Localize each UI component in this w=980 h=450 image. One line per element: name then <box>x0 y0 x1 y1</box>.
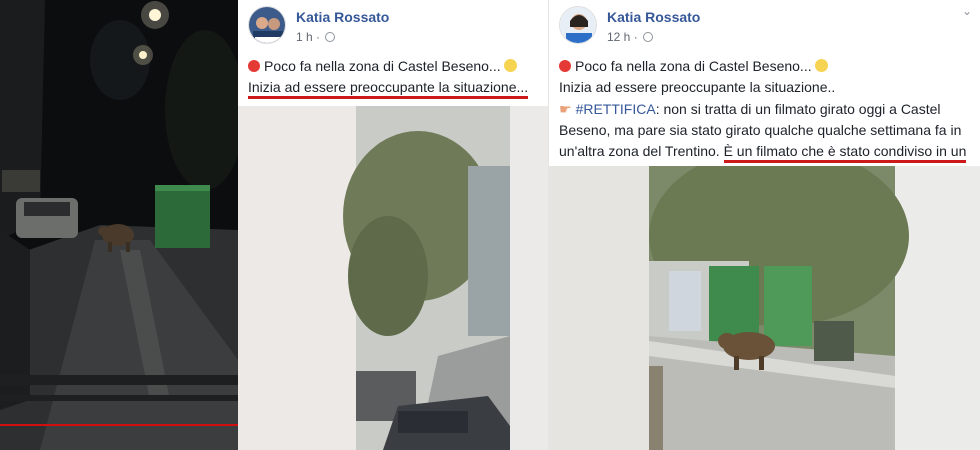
post-header: Katia Rossato 1 h · <box>238 0 548 56</box>
post-text: Poco fa nella zona di Castel Beseno... I… <box>549 56 980 184</box>
post-meta: 12 h · <box>607 30 654 44</box>
daytime-video-frame[interactable] <box>238 106 548 450</box>
avatar[interactable] <box>559 6 597 44</box>
author-name[interactable]: Katia Rossato <box>607 9 700 25</box>
post-time[interactable]: 1 h <box>296 30 313 44</box>
post-time[interactable]: 12 h <box>607 30 630 44</box>
hashtag-link[interactable]: #RETTIFICA <box>576 101 656 117</box>
author-name[interactable]: Katia Rossato <box>296 9 389 25</box>
avatar[interactable] <box>248 6 286 44</box>
chevron-down-icon[interactable]: ⌄ <box>962 4 972 18</box>
night-video-frame <box>0 0 238 450</box>
post-line-2: Inizia ad essere preoccupante la situazi… <box>248 77 538 99</box>
post-header: Katia Rossato 12 h · ⌄ <box>549 0 980 56</box>
facebook-post-1: Katia Rossato 1 h · Poco fa nella zona d… <box>238 0 548 450</box>
post-line-2: Inizia ad essere preoccupante la situazi… <box>559 79 836 95</box>
daytime-video-frame[interactable] <box>549 166 980 450</box>
underlined-sentence: Inizia ad essere preoccupante la situazi… <box>248 79 529 99</box>
red-circle-icon <box>559 60 571 72</box>
post-text: Poco fa nella zona di Castel Beseno... I… <box>238 56 548 99</box>
facebook-post-2: Katia Rossato 12 h · ⌄ Poco fa nella zon… <box>548 0 980 450</box>
post-meta: 1 h · <box>296 30 336 44</box>
post-line-1: Poco fa nella zona di Castel Beseno... <box>559 56 970 77</box>
scream-emoji-icon <box>503 59 517 72</box>
post-line-1: Poco fa nella zona di Castel Beseno... <box>248 56 538 77</box>
globe-icon <box>643 32 654 42</box>
pointing-hand-icon: ☛ <box>559 101 572 117</box>
red-circle-icon <box>248 60 260 72</box>
globe-icon <box>325 32 336 42</box>
scream-emoji-icon <box>814 59 828 72</box>
